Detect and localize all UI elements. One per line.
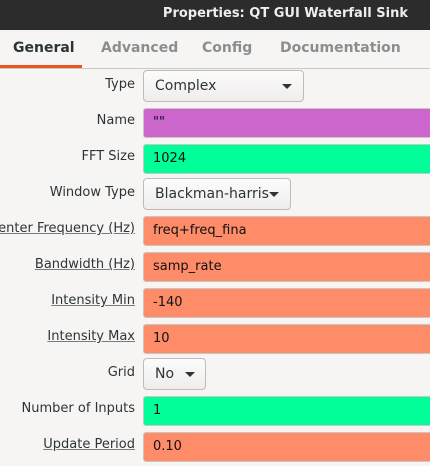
tab-config[interactable]: Config: [202, 40, 252, 56]
window-type-label: Window Type: [49, 185, 135, 200]
center-frequency-input[interactable]: freq+freq_fina: [143, 216, 430, 246]
type-dropdown[interactable]: Complex: [143, 70, 304, 102]
bandwidth-input[interactable]: samp_rate: [143, 252, 430, 282]
chevron-down-icon: [185, 372, 195, 377]
window-titlebar: Properties: QT GUI Waterfall Sink: [0, 0, 430, 30]
row-update-period: Update Period 0.10: [0, 428, 430, 464]
row-intensity-max: Intensity Max 10: [0, 320, 430, 356]
row-grid: Grid No: [0, 356, 430, 392]
window-type-dropdown[interactable]: Blackman-harris: [143, 178, 291, 210]
type-label: Type: [105, 77, 135, 92]
tab-documentation[interactable]: Documentation: [280, 40, 401, 56]
intensity-max-input[interactable]: 10: [143, 324, 430, 354]
row-center-frequency: Center Frequency (Hz) freq+freq_fina: [0, 212, 430, 248]
window-type-value: Blackman-harris: [155, 186, 269, 202]
tab-bar: General Advanced Config Documentation: [0, 30, 430, 69]
row-fft-size: FFT Size 1024: [0, 140, 430, 176]
window-title: Properties: QT GUI Waterfall Sink: [162, 6, 408, 21]
grid-label: Grid: [107, 365, 135, 380]
row-type: Type Complex: [0, 68, 430, 104]
grid-value: No: [155, 366, 175, 382]
fft-size-label: FFT Size: [81, 149, 136, 164]
intensity-min-input[interactable]: -140: [143, 288, 430, 318]
bandwidth-label: Bandwidth (Hz): [34, 257, 135, 272]
type-value: Complex: [155, 78, 217, 94]
update-period-input[interactable]: 0.10: [143, 432, 430, 462]
row-name: Name "": [0, 104, 430, 140]
intensity-min-label: Intensity Min: [51, 293, 135, 308]
number-of-inputs-label: Number of Inputs: [21, 401, 135, 416]
name-label: Name: [96, 113, 135, 128]
chevron-down-icon: [282, 84, 292, 89]
fft-size-input[interactable]: 1024: [143, 144, 430, 174]
row-number-of-inputs: Number of Inputs 1: [0, 392, 430, 428]
name-input[interactable]: "": [143, 108, 430, 138]
row-bandwidth: Bandwidth (Hz) samp_rate: [0, 248, 430, 284]
tab-general[interactable]: General: [13, 40, 75, 56]
row-window-type: Window Type Blackman-harris: [0, 176, 430, 212]
chevron-down-icon: [269, 192, 279, 197]
row-intensity-min: Intensity Min -140: [0, 284, 430, 320]
center-frequency-label: Center Frequency (Hz): [0, 221, 135, 236]
tab-advanced[interactable]: Advanced: [101, 40, 178, 56]
number-of-inputs-input[interactable]: 1: [143, 396, 430, 426]
grid-dropdown[interactable]: No: [143, 358, 206, 390]
intensity-max-label: Intensity Max: [47, 329, 135, 344]
update-period-label: Update Period: [43, 437, 135, 452]
